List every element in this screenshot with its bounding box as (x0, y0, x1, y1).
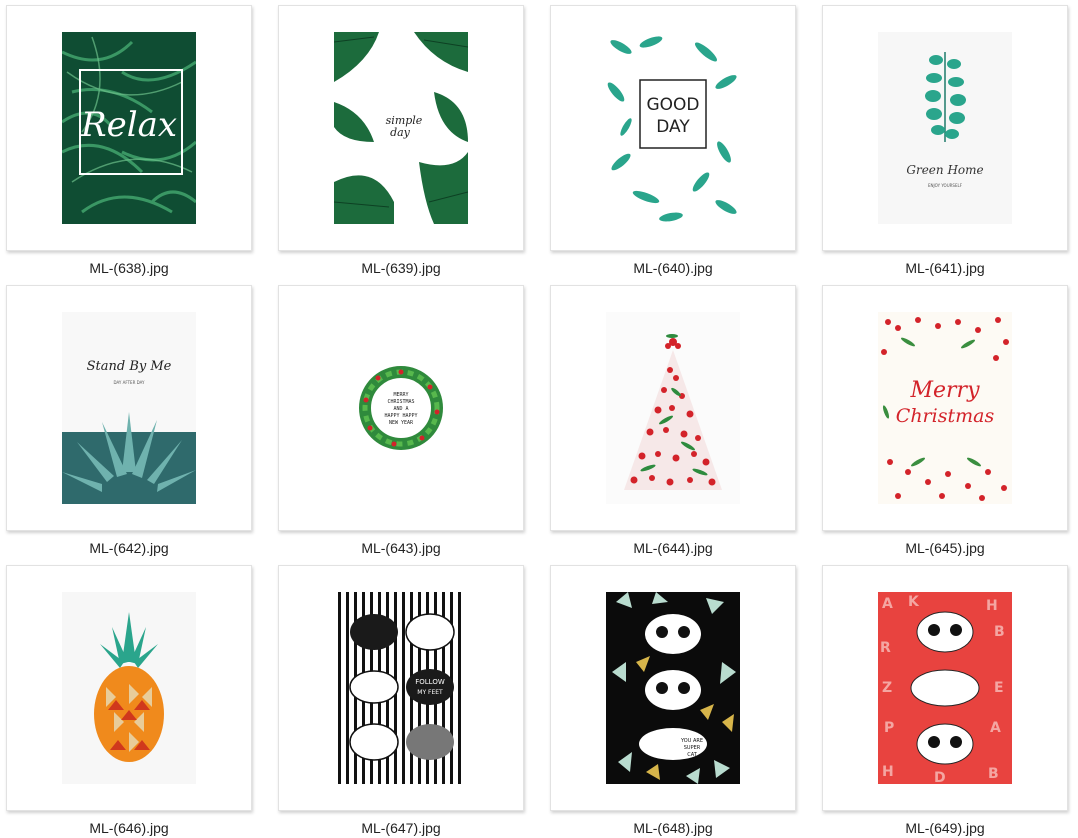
file-name[interactable]: ML-(639).jpg (278, 260, 524, 276)
file-tile[interactable]: FOLLOW MY FEET ML-(647).jpg (278, 565, 524, 836)
file-tile[interactable]: Relax ML-(638).jpg (6, 5, 252, 276)
enjoy-yourself-text: ENJOY YOURSELF (928, 183, 963, 188)
green-home-poster-image: Green Home ENJOY YOURSELF (878, 32, 1012, 224)
wreath-line-2: CHRISTMAS (387, 399, 414, 405)
file-name[interactable]: ML-(640).jpg (550, 260, 796, 276)
file-name[interactable]: ML-(643).jpg (278, 540, 524, 556)
thumbnail[interactable]: GOOD DAY (550, 5, 796, 251)
cat-text: CAT (687, 752, 698, 758)
merry-christmas-poster-image: Merry Christmas (878, 312, 1012, 504)
thumbnail[interactable]: MERRY CHRISTMAS AND A HAPPY HAPPY NEW YE… (278, 285, 524, 531)
christmas-tree-poster-image (606, 312, 740, 504)
thumbnail[interactable] (6, 565, 252, 811)
svg-text:E: E (994, 680, 1004, 696)
relax-text: Relax (80, 105, 177, 145)
file-name[interactable]: ML-(649).jpg (822, 820, 1068, 836)
merry-text: Merry (909, 378, 980, 403)
file-tile[interactable]: ML-(644).jpg (550, 285, 796, 556)
wreath-line-5: NEW YEAR (389, 420, 414, 426)
svg-text:Z: Z (882, 680, 892, 696)
stand-by-me-text: Stand By Me (87, 359, 172, 374)
file-name[interactable]: ML-(641).jpg (822, 260, 1068, 276)
cats-stripes-poster-image: FOLLOW MY FEET (334, 592, 468, 784)
svg-text:B: B (988, 766, 999, 782)
file-name[interactable]: ML-(642).jpg (6, 540, 252, 556)
thumbnail[interactable]: Green Home ENJOY YOURSELF (822, 5, 1068, 251)
file-name[interactable]: ML-(648).jpg (550, 820, 796, 836)
svg-text:B: B (994, 624, 1005, 640)
good-text: GOOD (646, 95, 699, 115)
svg-text:D: D (934, 770, 946, 784)
file-name[interactable]: ML-(644).jpg (550, 540, 796, 556)
file-tile[interactable]: Green Home ENJOY YOURSELF ML-(641).jpg (822, 5, 1068, 276)
file-name[interactable]: ML-(638).jpg (6, 260, 252, 276)
day-text: DAY (656, 117, 690, 137)
file-tile[interactable]: simple day ML-(639).jpg (278, 5, 524, 276)
pineapple-poster-image (62, 592, 196, 784)
stand-by-me-poster-image: Stand By Me DAY AFTER DAY (62, 312, 196, 504)
svg-text:A: A (990, 720, 1001, 736)
thumbnail[interactable]: Merry Christmas (822, 285, 1068, 531)
thumbnail[interactable]: simple day (278, 5, 524, 251)
christmas-text: Christmas (896, 405, 995, 427)
svg-text:H: H (882, 764, 894, 780)
svg-text:K: K (908, 594, 920, 610)
file-tile[interactable]: Stand By Me DAY AFTER DAY ML-(642).jpg (6, 285, 252, 556)
file-name[interactable]: ML-(647).jpg (278, 820, 524, 836)
wreath-poster-image: MERRY CHRISTMAS AND A HAPPY HAPPY NEW YE… (334, 312, 468, 504)
day-text: day (390, 126, 411, 139)
good-day-poster-image: GOOD DAY (606, 32, 740, 224)
thumbnail[interactable] (550, 285, 796, 531)
my-feet-text: MY FEET (417, 689, 443, 696)
svg-text:H: H (986, 598, 998, 614)
thumbnail[interactable]: Relax (6, 5, 252, 251)
file-tile[interactable]: Merry Christmas ML-(645).jpg (822, 285, 1068, 556)
file-tile[interactable]: ML-(646).jpg (6, 565, 252, 836)
file-tile[interactable]: MERRY CHRISTMAS AND A HAPPY HAPPY NEW YE… (278, 285, 524, 556)
day-after-day-text: DAY AFTER DAY (113, 380, 145, 385)
relax-poster-image: Relax (62, 32, 196, 224)
file-grid: Relax ML-(638).jpg simple day ML-(639).j… (0, 0, 1078, 838)
wreath-line-3: AND A (393, 406, 408, 412)
super-text: SUPER (684, 745, 701, 751)
simple-day-poster-image: simple day (334, 32, 468, 224)
thumbnail[interactable]: FOLLOW MY FEET (278, 565, 524, 811)
thumbnail[interactable]: YOU ARE SUPER CAT (550, 565, 796, 811)
thumbnail[interactable]: Stand By Me DAY AFTER DAY (6, 285, 252, 531)
file-tile[interactable]: YOU ARE SUPER CAT ML-(648).jpg (550, 565, 796, 836)
file-tile[interactable]: GOOD DAY ML-(640).jpg (550, 5, 796, 276)
svg-text:R: R (880, 640, 891, 656)
wreath-line-1: MERRY (393, 392, 408, 398)
cats-letters-poster-image: A K HB RZ EP AH BD (878, 592, 1012, 784)
svg-text:A: A (882, 596, 893, 612)
file-name[interactable]: ML-(645).jpg (822, 540, 1068, 556)
follow-text: FOLLOW (415, 678, 445, 686)
wreath-line-4: HAPPY HAPPY (384, 413, 417, 419)
you-are-text: YOU ARE (680, 738, 703, 744)
file-name[interactable]: ML-(646).jpg (6, 820, 252, 836)
green-home-text: Green Home (906, 163, 983, 177)
file-tile[interactable]: AKHB RZEP AHBD ML-(649).jpg (822, 565, 1068, 836)
svg-text:P: P (884, 720, 894, 736)
thumbnail[interactable]: AKHB RZEP AHBD (822, 565, 1068, 811)
cats-triangles-poster-image: YOU ARE SUPER CAT (606, 592, 740, 784)
